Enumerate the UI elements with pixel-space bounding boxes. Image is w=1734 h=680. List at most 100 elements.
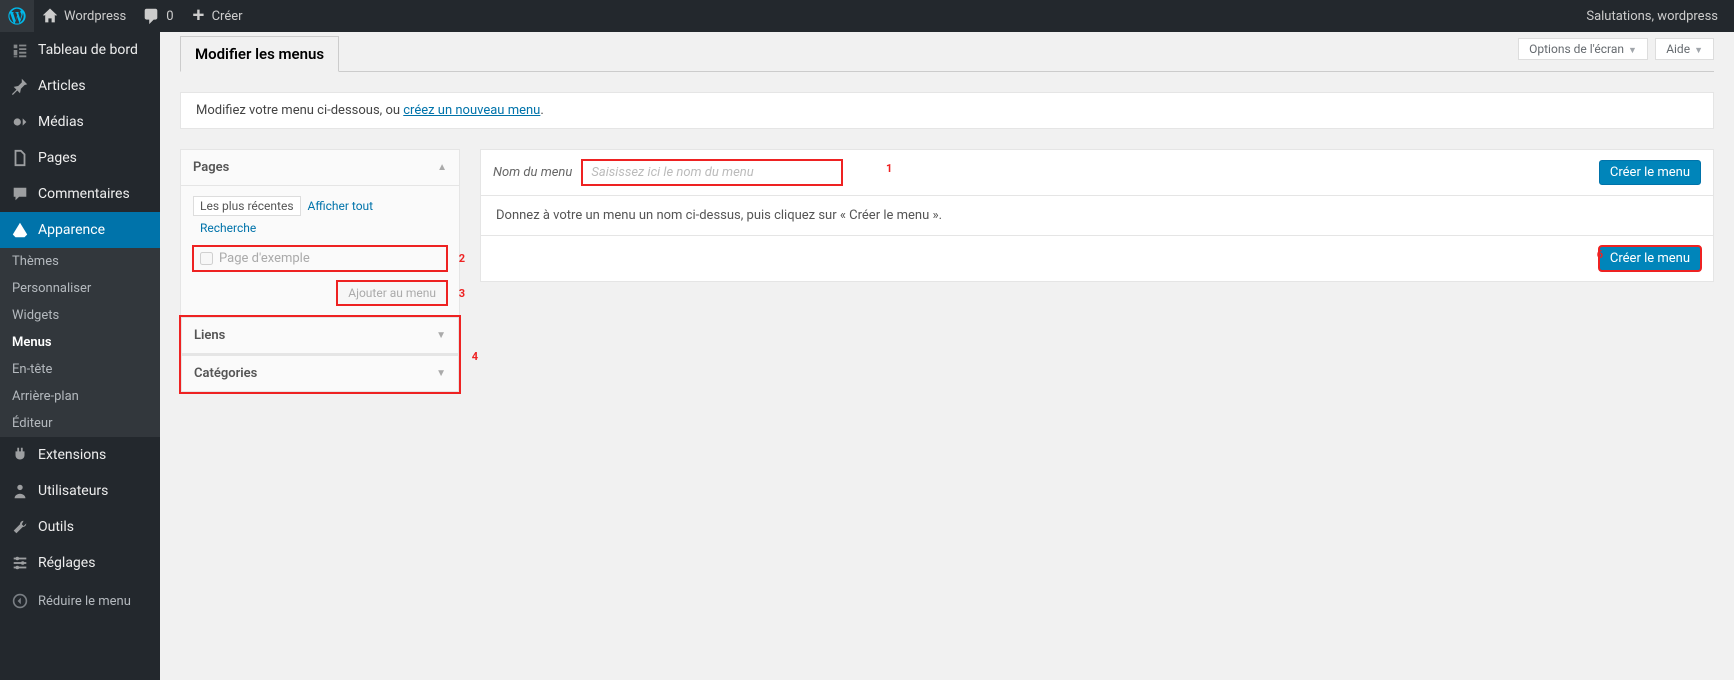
add-to-menu-button[interactable]: Ajouter au menu [337, 281, 447, 305]
sidebar-appearance-submenu: Thèmes Personnaliser Widgets Menus En-tê… [0, 248, 160, 437]
accordion-title: Pages [193, 160, 229, 175]
comments-count: 0 [166, 9, 173, 24]
wordpress-icon [8, 7, 26, 25]
accordion-title: Liens [194, 328, 225, 343]
sidebar-sub-header[interactable]: En-tête [0, 356, 160, 383]
sidebar-sub-editor[interactable]: Éditeur [0, 410, 160, 437]
nav-tab-wrapper: Modifier les menus [180, 36, 1714, 72]
admin-bar: Wordpress 0 Créer Salutations, wordpress [0, 0, 1734, 32]
chevron-up-icon: ▲ [437, 162, 447, 173]
chevron-down-icon: ▼ [1694, 46, 1703, 56]
new-content-label: Créer [212, 9, 243, 24]
tab-edit-menus[interactable]: Modifier les menus [180, 36, 339, 72]
sidebar-item-users[interactable]: Utilisateurs [0, 473, 160, 509]
page-checkbox[interactable] [200, 252, 213, 265]
add-items-panel: Pages ▲ Les plus récentes Afficher tout … [180, 149, 460, 393]
accordion-title: Catégories [194, 366, 257, 381]
sidebar-item-comments[interactable]: Commentaires [0, 176, 160, 212]
new-content-link[interactable]: Créer [182, 0, 251, 32]
tools-icon [10, 517, 30, 537]
accordion-pages-body: Les plus récentes Afficher tout Recherch… [181, 185, 459, 315]
notice-text-suffix: . [540, 103, 543, 118]
sidebar-sub-themes[interactable]: Thèmes [0, 248, 160, 275]
create-menu-button-top[interactable]: Créer le menu [1599, 160, 1701, 185]
menu-edit-header: Nom du menu 1 Créer le menu [481, 150, 1713, 196]
sidebar-item-dashboard[interactable]: Tableau de bord [0, 32, 160, 68]
wp-logo[interactable] [0, 0, 34, 32]
sidebar-item-tools[interactable]: Outils [0, 509, 160, 545]
menu-name-input[interactable] [582, 160, 842, 185]
sidebar-item-settings[interactable]: Réglages [0, 545, 160, 581]
menu-edit-body: Donnez à votre un menu un nom ci-dessus,… [481, 196, 1713, 235]
site-name-text: Wordpress [64, 9, 126, 24]
accordion-links-head[interactable]: Liens ▼ [182, 318, 458, 353]
annotation-2: 2 [459, 252, 465, 265]
plus-icon [190, 8, 206, 24]
plugins-icon [10, 445, 30, 465]
accordion-categories-head[interactable]: Catégories ▼ [182, 355, 458, 391]
home-icon [42, 8, 58, 24]
collapse-menu[interactable]: Réduire le menu [0, 581, 160, 621]
create-new-menu-link[interactable]: créez un nouveau menu [403, 103, 540, 118]
pages-tabs: Les plus récentes Afficher tout Recherch… [193, 196, 447, 238]
sidebar-label: Commentaires [38, 186, 130, 202]
appearance-icon [10, 220, 30, 240]
tab-search[interactable]: Recherche [193, 218, 263, 238]
menu-name-label: Nom du menu [493, 165, 572, 180]
menu-notice: Modifiez votre menu ci-dessous, ou créez… [180, 92, 1714, 129]
sidebar-label: Outils [38, 519, 74, 535]
pages-icon [10, 148, 30, 168]
sidebar-sub-widgets[interactable]: Widgets [0, 302, 160, 329]
media-icon [10, 112, 30, 132]
collapse-icon [10, 591, 30, 611]
tab-recent[interactable]: Les plus récentes [193, 196, 301, 216]
comments-link[interactable]: 0 [134, 0, 181, 32]
collapse-label: Réduire le menu [38, 594, 131, 609]
accordion-links: Liens ▼ [181, 317, 459, 354]
pin-icon [10, 76, 30, 96]
screen-options-button[interactable]: Options de l'écran▼ [1518, 38, 1648, 60]
page-label: Page d'exemple [219, 251, 310, 266]
sidebar-item-posts[interactable]: Articles [0, 68, 160, 104]
sidebar-item-plugins[interactable]: Extensions [0, 437, 160, 473]
comment-icon [142, 7, 160, 25]
chevron-down-icon: ▼ [1628, 46, 1637, 56]
comments-icon [10, 184, 30, 204]
site-name-link[interactable]: Wordpress [34, 0, 134, 32]
users-icon [10, 481, 30, 501]
sidebar-label: Pages [38, 150, 77, 166]
sidebar-label: Utilisateurs [38, 483, 108, 499]
sidebar-label: Extensions [38, 447, 106, 463]
help-button[interactable]: Aide▼ [1655, 38, 1714, 60]
annotation-3: 3 [459, 287, 465, 300]
create-menu-button-bottom[interactable]: Créer le menu [1599, 246, 1701, 271]
sidebar-sub-background[interactable]: Arrière-plan [0, 383, 160, 410]
sidebar-item-pages[interactable]: Pages [0, 140, 160, 176]
accordion-pages-head[interactable]: Pages ▲ [181, 150, 459, 185]
chevron-down-icon: ▼ [436, 368, 446, 379]
menu-edit-panel: Nom du menu 1 Créer le menu Donnez à vot… [480, 149, 1714, 282]
page-item-example[interactable]: Page d'exemple [193, 246, 447, 271]
sidebar-sub-customize[interactable]: Personnaliser [0, 275, 160, 302]
sidebar-item-media[interactable]: Médias [0, 104, 160, 140]
annotation-6: 6 [1597, 248, 1603, 261]
accordion-pages: Pages ▲ Les plus récentes Afficher tout … [180, 149, 460, 316]
tab-view-all[interactable]: Afficher tout [301, 196, 381, 216]
sidebar-label: Articles [38, 78, 86, 94]
chevron-down-icon: ▼ [436, 330, 446, 341]
main-content: Options de l'écran▼ Aide▼ Modifier les m… [160, 32, 1734, 413]
sidebar-label: Apparence [38, 222, 105, 238]
settings-icon [10, 553, 30, 573]
menu-edit-instructions: Donnez à votre un menu un nom ci-dessus,… [496, 208, 942, 223]
accordion-categories: Catégories ▼ [181, 354, 459, 392]
notice-text-prefix: Modifiez votre menu ci-dessous, ou [196, 103, 403, 118]
dashboard-icon [10, 40, 30, 60]
user-greeting[interactable]: Salutations, wordpress [1578, 0, 1726, 32]
sidebar-sub-menus[interactable]: Menus [0, 329, 160, 356]
annotation-4: 4 [472, 350, 478, 363]
admin-sidebar: Tableau de bord Articles Médias Pages Co… [0, 32, 160, 680]
menu-edit-footer: 6 Créer le menu [481, 235, 1713, 281]
greeting-text: Salutations, wordpress [1586, 9, 1718, 24]
sidebar-item-appearance[interactable]: Apparence [0, 212, 160, 248]
annotation-1: 1 [886, 162, 892, 175]
